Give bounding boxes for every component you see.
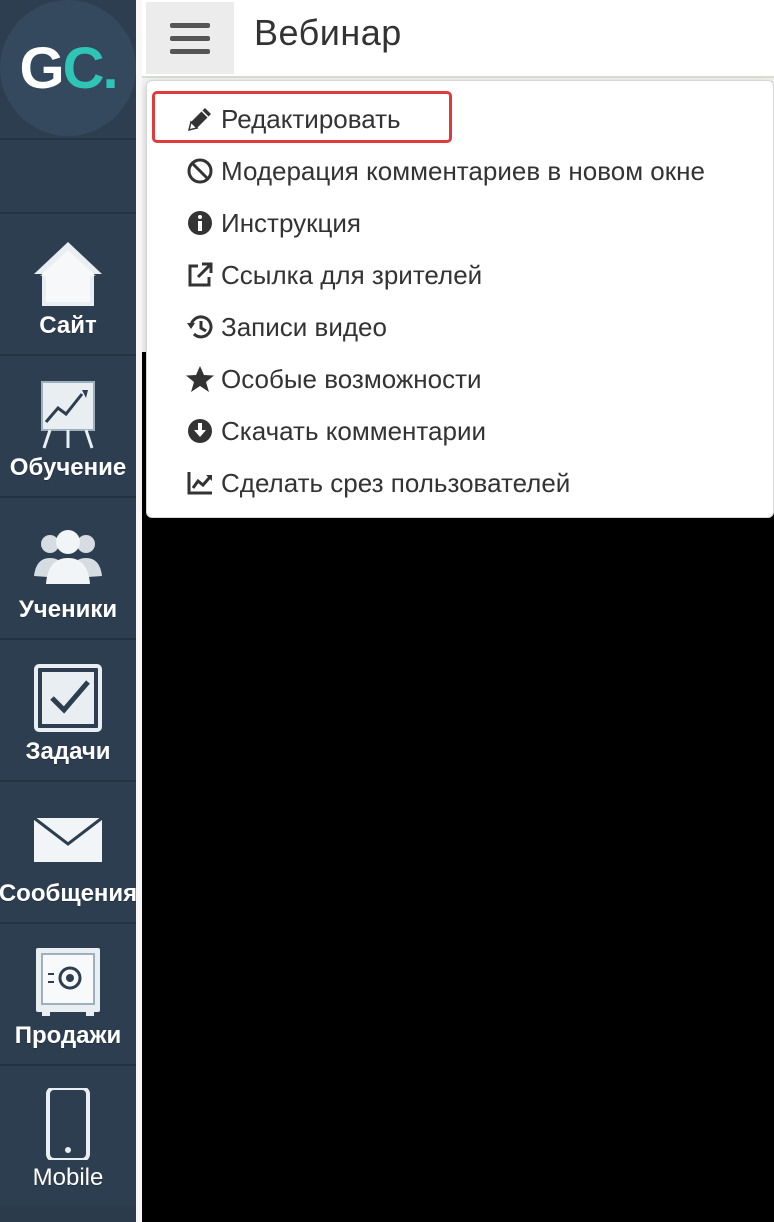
- sidebar-item-students[interactable]: Ученики: [0, 498, 136, 640]
- menu-item-label: Особые возможности: [221, 363, 482, 394]
- top-header: Вебинар: [142, 0, 774, 78]
- chart-board-icon: [32, 378, 104, 450]
- external-link-icon: [185, 260, 215, 290]
- logo-text-g: G: [19, 35, 64, 101]
- page-title: Вебинар: [254, 12, 402, 53]
- actions-dropdown: Редактировать Модерация комментариев в н…: [146, 80, 774, 518]
- menu-item-video-records[interactable]: Записи видео: [185, 305, 387, 349]
- menu-item-moderation[interactable]: Модерация комментариев в новом окне: [185, 149, 705, 193]
- sidebar-item-label: Задачи: [25, 738, 111, 765]
- ban-icon: [185, 156, 215, 186]
- menu-item-label: Ссылка для зрителей: [221, 259, 483, 290]
- logo[interactable]: GC.: [0, 0, 136, 136]
- history-icon: [185, 312, 215, 342]
- menu-item-label: Инструкция: [221, 207, 361, 238]
- menu-item-label: Сделать срез пользователей: [221, 467, 571, 498]
- hamburger-icon[interactable]: [146, 2, 234, 74]
- pencil-icon: [185, 104, 215, 134]
- menu-item-instructions[interactable]: Инструкция: [185, 201, 361, 245]
- sidebar-item-label: Продажи: [14, 1022, 122, 1049]
- menu-item-edit[interactable]: Редактировать: [185, 97, 401, 141]
- menu-item-label: Модерация комментариев в новом окне: [221, 155, 705, 186]
- line-chart-icon: [185, 468, 215, 498]
- sidebar-item-tasks[interactable]: Задачи: [0, 640, 136, 782]
- sidebar-item-learning[interactable]: Обучение: [0, 356, 136, 498]
- sidebar-item-label: Сайт: [39, 312, 97, 339]
- sidebar-item-sales[interactable]: Продажи: [0, 924, 136, 1066]
- menu-item-download-comments[interactable]: Скачать комментарии: [185, 409, 486, 453]
- checkbox-icon: [32, 662, 104, 734]
- safe-icon: [32, 946, 104, 1018]
- menu-item-label: Записи видео: [221, 311, 387, 342]
- menu-item-label: Редактировать: [221, 103, 401, 134]
- sidebar-item-label: Mobile: [32, 1164, 104, 1191]
- sidebar-item-mobile[interactable]: Mobile: [0, 1066, 136, 1208]
- menu-item-special-features[interactable]: Особые возможности: [185, 357, 482, 401]
- sidebar-item-label: Ученики: [18, 596, 118, 623]
- users-icon: [32, 520, 104, 592]
- sidebar-bottom-strip: [0, 1206, 136, 1222]
- sidebar-item-site[interactable]: Сайт: [0, 214, 136, 356]
- sidebar-item-messages[interactable]: Сообщения: [0, 782, 138, 924]
- sidebar-spacer: [0, 140, 136, 214]
- menu-item-label: Скачать комментарии: [221, 415, 487, 446]
- sidebar: GC. Сайт Обучение Ученики Задачи Сообщен…: [0, 0, 138, 1222]
- house-icon: [32, 236, 104, 308]
- menu-item-user-snapshot[interactable]: Сделать срез пользователей: [185, 461, 570, 505]
- star-icon: [185, 364, 215, 394]
- logo-text-c: C.: [62, 35, 119, 101]
- download-icon: [185, 416, 215, 446]
- phone-icon: [32, 1088, 104, 1160]
- menu-item-viewer-link[interactable]: Ссылка для зрителей: [185, 253, 482, 297]
- sidebar-item-label: Сообщения: [0, 880, 138, 907]
- logo-cell[interactable]: GC.: [0, 0, 136, 140]
- info-icon: [185, 208, 215, 238]
- envelope-icon: [32, 804, 104, 876]
- sidebar-item-label: Обучение: [9, 454, 127, 481]
